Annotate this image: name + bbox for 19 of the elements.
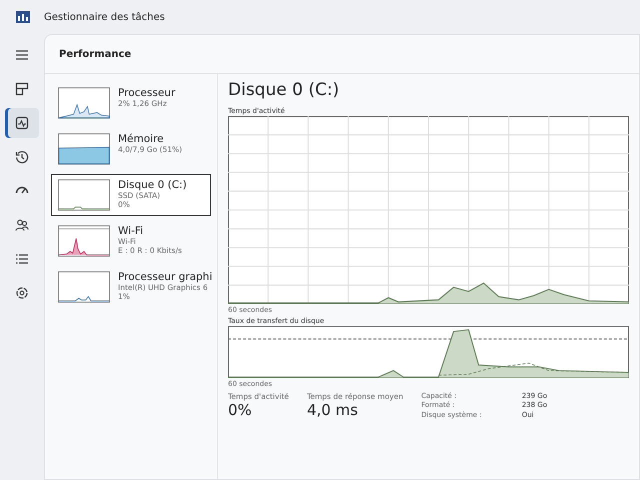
stat-value: 4,0 ms [306, 401, 359, 419]
cog-icon [15, 286, 29, 300]
list-icon [15, 252, 29, 266]
sparkline-thumbnail [58, 179, 110, 211]
stat-value: 0% [228, 401, 253, 419]
sparkline-thumbnail [58, 133, 110, 165]
window-title: Gestionnaire des tâches [44, 12, 165, 22]
page-title: Performance [59, 48, 132, 60]
menu-icon [15, 48, 29, 62]
disk-title: Disque 0 (C:) [228, 80, 340, 100]
sparkline-thumbnail [58, 87, 110, 119]
sparkline-thumbnail [58, 225, 110, 257]
app-icon [16, 11, 30, 23]
history-icon [15, 150, 29, 164]
sparkline-thumbnail [58, 271, 110, 303]
grid-icon [15, 82, 29, 96]
nav-button[interactable] [5, 108, 39, 138]
pulse-icon [15, 116, 29, 130]
users-icon [15, 218, 29, 232]
